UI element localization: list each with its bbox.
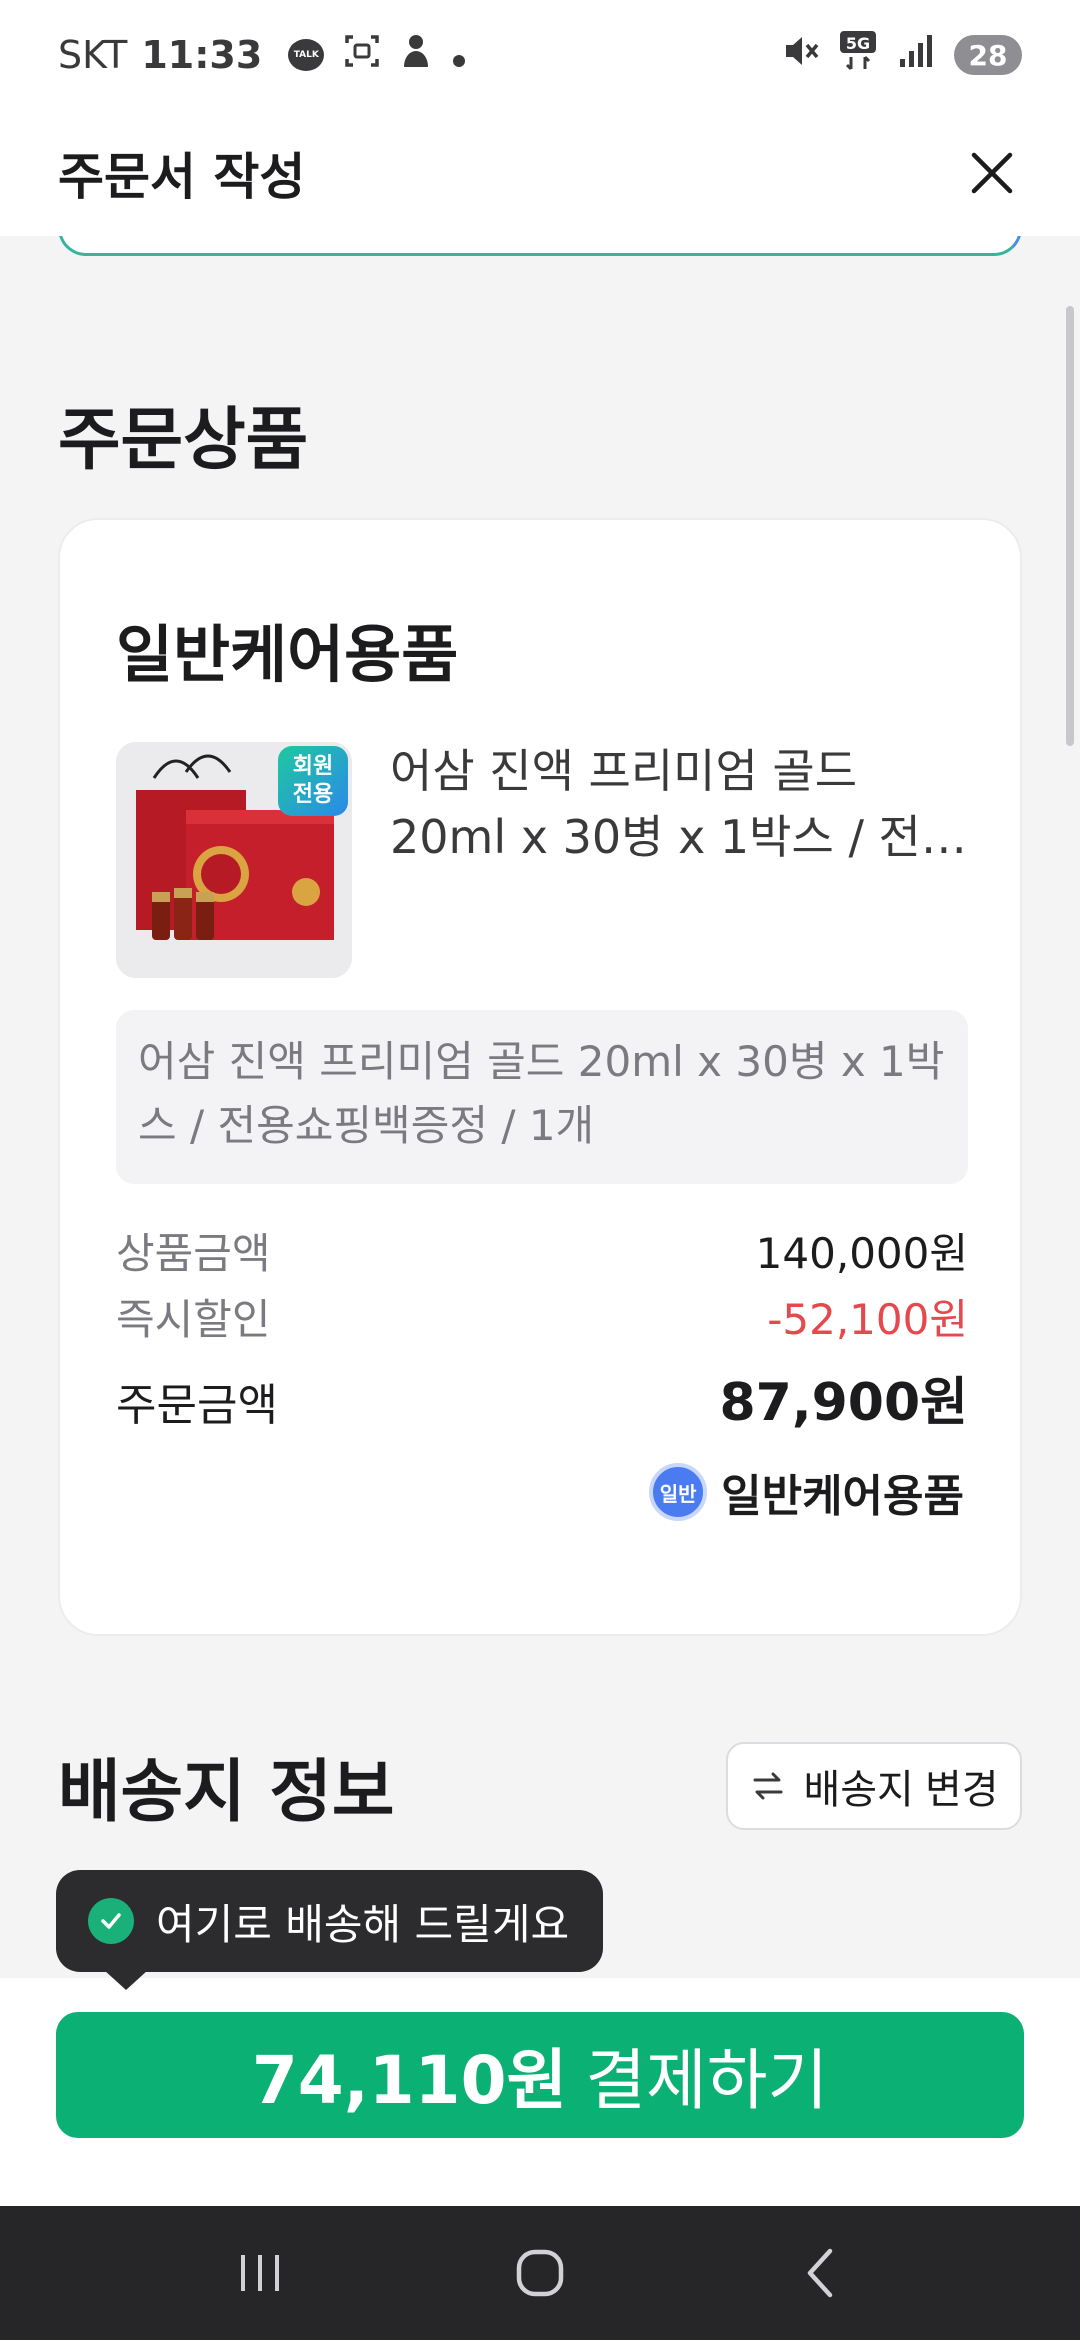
system-navigation-bar <box>0 2206 1080 2340</box>
recent-apps-button[interactable] <box>215 2228 305 2318</box>
notification-icons: TALK <box>288 33 466 78</box>
back-icon <box>807 2248 833 2298</box>
status-right: 5G 28 <box>780 29 1022 82</box>
more-notifications-dot-icon <box>452 33 466 77</box>
back-button[interactable] <box>775 2228 865 2318</box>
care-badge: 일반 <box>649 1463 708 1521</box>
pay-action-label: 결제하기 <box>585 2042 829 2119</box>
care-label: 일반케어용품 <box>721 1471 964 1522</box>
member-badge-text: 회원 전용 <box>292 754 334 807</box>
pay-button[interactable]: 74,110원 결제하기 <box>56 2012 1024 2138</box>
scrollbar[interactable] <box>1066 306 1074 746</box>
home-icon <box>516 2249 564 2297</box>
home-button[interactable] <box>495 2228 585 2318</box>
pay-amount: 74,110원 <box>251 2042 568 2119</box>
shipping-tooltip: 여기로 배송해 드릴게요 <box>56 1870 604 1972</box>
product-price-value: 140,000원 <box>755 1229 968 1278</box>
close-button[interactable] <box>962 143 1022 203</box>
kakaotalk-icon: TALK <box>288 39 325 71</box>
clock: 11:33 <box>141 33 263 77</box>
order-total-value: 87,900원 <box>719 1373 968 1433</box>
page-title: 주문서 작성 <box>58 148 306 206</box>
carrier-label: SKT <box>58 33 128 77</box>
product-name[interactable]: 어삼 진액 프리미엄 골드 20ml x 30병 x 1박스 / 전용쇼핑백증정 <box>390 738 980 870</box>
discount-value: -52,100원 <box>767 1295 968 1344</box>
change-address-button[interactable]: 배송지 변경 <box>726 1742 1022 1830</box>
network-label: 5G <box>846 34 870 53</box>
order-items-title: 주문상품 <box>58 401 309 480</box>
tooltip-tail <box>104 1970 148 1990</box>
care-category-tag: 일반 일반케어용품 <box>649 1460 964 1524</box>
product-price-label: 상품금액 <box>116 1229 271 1278</box>
change-address-label: 배송지 변경 <box>803 1768 999 1812</box>
discount-label: 즉시할인 <box>116 1295 271 1344</box>
tooltip-text: 여기로 배송해 드릴게요 <box>156 1899 570 1949</box>
signal-icon <box>896 31 936 80</box>
status-bar: SKT 11:33 TALK 5G 28 <box>0 0 1080 110</box>
product-price-row: 상품금액 140,000원 <box>116 1220 968 1281</box>
previous-section-card <box>58 236 1022 256</box>
member-only-badge: 회원 전용 <box>278 746 348 816</box>
order-item-card: 일반케어용품 회원 전용 어삼 진액 프리미엄 골드 20ml x 30병 x … <box>58 518 1022 1636</box>
check-icon <box>88 1898 134 1944</box>
shipping-info-title: 배송지 정보 <box>58 1753 395 1832</box>
app-notification-icon <box>400 33 432 78</box>
battery-indicator: 28 <box>954 35 1022 75</box>
product-option-text: 어삼 진액 프리미엄 골드 20ml x 30병 x 1박스 / 전용쇼핑백증정… <box>138 1037 945 1150</box>
mute-icon <box>780 31 820 80</box>
discount-row: 즉시할인 -52,100원 <box>116 1286 968 1347</box>
order-total-row: 주문금액 87,900원 <box>116 1360 968 1435</box>
swap-icon <box>753 1772 783 1800</box>
app-header: 주문서 작성 <box>0 110 1080 236</box>
close-icon <box>971 152 1013 194</box>
order-form-screen: SKT 11:33 TALK 5G 28 주문서 작성 주문상품 일반케어용품 … <box>0 0 1080 2340</box>
network-5g-icon: 5G <box>838 29 878 82</box>
order-total-label: 주문금액 <box>116 1380 278 1431</box>
status-left: SKT 11:33 TALK <box>58 33 466 78</box>
product-option-box: 어삼 진액 프리미엄 골드 20ml x 30병 x 1박스 / 전용쇼핑백증정… <box>116 1010 968 1184</box>
card-category-title: 일반케어용품 <box>116 618 459 691</box>
product-image[interactable]: 회원 전용 <box>116 742 352 978</box>
screenshot-icon <box>344 33 380 78</box>
recent-apps-icon <box>241 2255 279 2291</box>
